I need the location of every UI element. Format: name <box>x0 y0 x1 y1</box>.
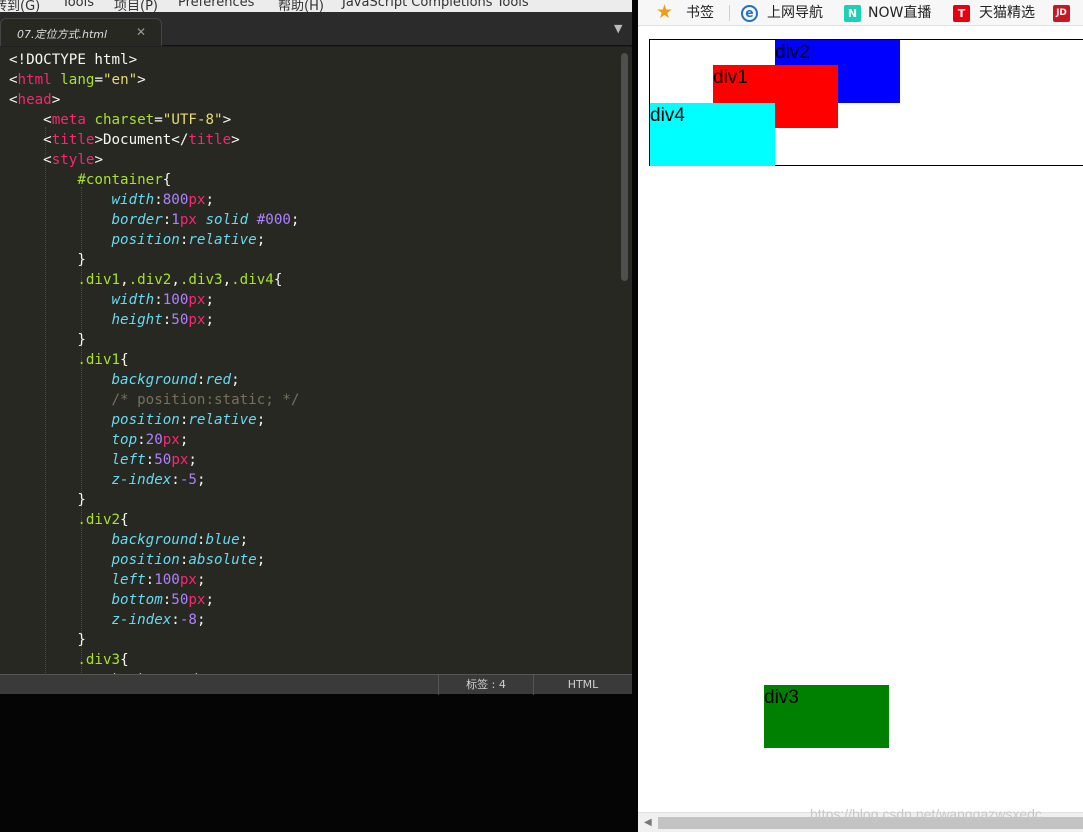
bookmark-label: 书签 <box>686 5 714 21</box>
menu-goto[interactable]: 转到(G) <box>0 0 40 12</box>
code-line: } <box>9 492 86 508</box>
code-line: border:1px solid #000; <box>111 212 300 228</box>
code-line: background:red; <box>111 372 240 388</box>
div3-label: div3 <box>764 687 799 708</box>
editor-statusbar: 标签 : 4 HTML <box>0 674 632 695</box>
bookmark-now-live[interactable]: N NOW直播 <box>844 3 944 23</box>
menu-tools[interactable]: Tools <box>62 0 94 10</box>
code-line: <meta charset="UTF-8"> <box>9 112 232 128</box>
code-line: left:100px; <box>111 572 206 588</box>
code-line: z-index:-5; <box>111 472 206 488</box>
tab-label: 07.定位方式.html <box>17 28 108 41</box>
code-line: width:800px; <box>111 192 215 208</box>
div4-box: div4 <box>650 103 775 166</box>
editor-scrollbar[interactable] <box>618 47 632 674</box>
code-line: top:20px; <box>111 432 189 448</box>
code-line: .div2{ <box>77 512 129 528</box>
bookmarks-bar: ★ 书签 e 上网导航 N NOW直播 T 天猫精选 JD <box>638 0 1083 26</box>
code-line: <html lang="en"> <box>9 72 146 88</box>
scroll-left-arrow-icon[interactable]: ◀ <box>644 817 652 828</box>
bookmark-nav[interactable]: e 上网导航 <box>741 3 829 23</box>
code-area[interactable]: <!DOCTYPE html> <html lang="en"> <head> <m… <box>0 47 618 674</box>
status-syntax[interactable]: HTML <box>533 675 632 695</box>
menu-help[interactable]: 帮助(H) <box>278 0 324 12</box>
div2-label: div2 <box>775 42 810 63</box>
code-line: background:blue; <box>111 532 249 548</box>
code-line: /* position:static; */ <box>111 392 300 408</box>
desktop: 转到(G) Tools 项目(P) Preferences 帮助(H) Java… <box>0 0 1083 832</box>
tab-file[interactable]: 07.定位方式.html ✕ <box>0 18 162 46</box>
status-tag-count[interactable]: 标签 : 4 <box>438 675 533 695</box>
tmall-icon: T <box>953 5 970 22</box>
code-line: <!DOCTYPE html> <box>9 52 138 68</box>
code-line: position:relative; <box>111 232 266 248</box>
div4-label: div4 <box>650 105 685 126</box>
code-line: <head> <box>9 92 61 108</box>
code-line: <title>Document</title> <box>9 132 240 148</box>
editor-scrollbar-thumb[interactable] <box>621 53 628 281</box>
bookmark-label: 上网导航 <box>767 5 823 21</box>
editor-menubar: 转到(G) Tools 项目(P) Preferences 帮助(H) Java… <box>0 0 632 12</box>
div3-box: div3 <box>764 685 889 748</box>
ie-icon: e <box>741 5 758 22</box>
container-box: div2 div1 div4 <box>649 39 1083 166</box>
code-line: .div1{ <box>77 352 129 368</box>
menu-project[interactable]: 项目(P) <box>114 0 158 12</box>
star-icon: ★ <box>656 1 674 23</box>
menu-js-completions[interactable]: JavaScript Completions Tools <box>342 0 529 10</box>
code-line: width:100px; <box>111 292 215 308</box>
chevron-down-icon[interactable]: ▼ <box>614 22 622 35</box>
code-line: position:relative; <box>111 412 266 428</box>
code-line: z-index:-8; <box>111 612 206 628</box>
code-line: } <box>9 332 86 348</box>
code-line: bottom:50px; <box>111 592 215 608</box>
bookmark-label: 天猫精选 <box>979 5 1035 21</box>
div1-label: div1 <box>713 67 748 88</box>
code-line: .div3{ <box>77 652 129 668</box>
editor-tabbar: 07.定位方式.html ✕ ▼ <box>0 12 632 46</box>
code-line: position:absolute; <box>111 552 266 568</box>
jd-icon: JD <box>1053 5 1070 22</box>
bookmark-favorites[interactable]: ★ 书签 <box>656 1 726 23</box>
close-icon[interactable]: ✕ <box>136 25 146 39</box>
code-line: height:50px; <box>111 312 215 328</box>
code-line: <style> <box>9 152 103 168</box>
browser-window: ★ 书签 e 上网导航 N NOW直播 T 天猫精选 JD div2 div1 … <box>638 0 1083 832</box>
watermark: https://blog.csdn.net/wangqazwsxedc <box>810 806 1042 822</box>
code-line: #container{ <box>77 172 172 188</box>
code-editor-window: 07.定位方式.html ✕ ▼ <!DOCTYPE html> <html la… <box>0 12 632 695</box>
browser-viewport[interactable]: div2 div1 div4 div3 <box>638 27 1083 812</box>
code-line: left:50px; <box>111 452 197 468</box>
now-icon: N <box>844 5 861 22</box>
bookmark-tmall[interactable]: T 天猫精选 <box>953 3 1043 23</box>
code-line: } <box>9 632 86 648</box>
bookmark-jd[interactable]: JD <box>1053 3 1083 23</box>
toolbar-separator <box>729 5 730 21</box>
bookmark-label: NOW直播 <box>868 5 932 21</box>
code-line: .div1,.div2,.div3,.div4{ <box>77 272 283 288</box>
menu-preferences[interactable]: Preferences <box>178 0 254 10</box>
code-line: } <box>9 252 86 268</box>
